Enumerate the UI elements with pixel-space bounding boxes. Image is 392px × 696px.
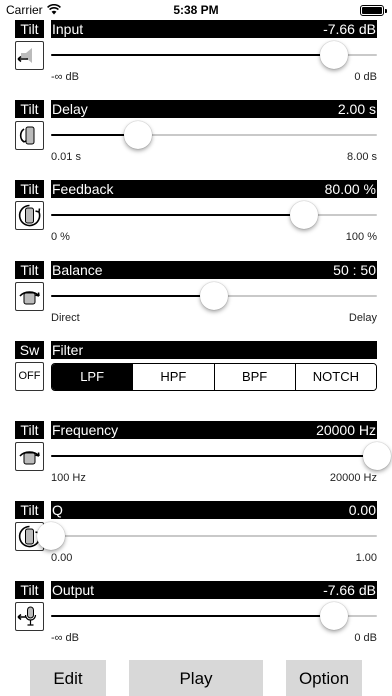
frequency-mode-tag[interactable]: Tilt [15,421,44,439]
balance-slider[interactable] [51,282,377,310]
clock: 5:38 PM [173,3,219,17]
balance-slider-thumb[interactable] [200,282,228,310]
frequency-max-label: 20000 Hz [329,472,377,484]
output-slider[interactable] [51,602,377,630]
frequency-slider-fill [51,455,377,457]
balance-name: Balance [52,262,103,278]
output-slider-fill [51,615,334,617]
delay-mode-tag[interactable]: Tilt [15,100,44,118]
feedback-value: 80.00 % [324,181,376,197]
balance-value: 50 : 50 [333,262,376,278]
filter-off-button[interactable]: OFF [15,362,44,391]
q-value: 0.00 [348,502,376,518]
feedback-slider-fill [51,214,304,216]
feedback-slider[interactable] [51,201,377,229]
feedback-header: Feedback 80.00 % [51,180,377,198]
output-max-label: 0 dB [354,632,377,644]
bottom-toolbar: Edit Play Option [0,660,392,696]
play-button[interactable]: Play [129,660,263,696]
filter-option-hpf[interactable]: HPF [132,364,214,390]
output-header: Output -7.66 dB [51,581,377,599]
balance-max-label: Delay [348,312,377,324]
input-slider-fill [51,54,334,56]
option-button[interactable]: Option [286,660,362,696]
delay-slider-thumb[interactable] [124,121,153,149]
output-min-label: -∞ dB [51,632,80,644]
input-slider[interactable] [51,41,377,69]
frequency-header: Frequency 20000 Hz [51,421,377,439]
frequency-slider-thumb[interactable] [363,442,391,470]
q-name: Q [52,502,63,518]
speaker-icon[interactable] [15,41,44,70]
input-name: Input [52,21,84,37]
balance-min-label: Direct [51,312,80,324]
frequency-slider[interactable] [51,442,391,470]
delay-value: 2.00 s [337,101,376,117]
input-max-label: 0 dB [354,71,377,83]
frequency-control: Tilt Frequency 20000 Hz 100 Hz 20000 Hz [0,421,392,484]
delay-control: Tilt Delay 2.00 s 0.01 s 8.00 s [0,100,392,163]
edit-button[interactable]: Edit [30,660,106,696]
output-control: Tilt Output -7.66 dB -∞ dB 0 dB [0,581,392,644]
feedback-name: Feedback [52,181,114,197]
output-slider-thumb[interactable] [319,602,348,630]
q-header: Q 0.00 [51,501,377,519]
filter-type-selector: LPF HPF BPF NOTCH [51,363,377,391]
q-control: Tilt Q 0.00 0.00 1.00 [0,501,392,564]
delay-tilt-icon[interactable] [15,121,44,150]
battery-icon [360,5,387,16]
feedback-slider-thumb[interactable] [289,201,318,229]
frequency-value: 20000 Hz [316,422,376,438]
q-mode-tag[interactable]: Tilt [15,501,44,519]
feedback-mode-tag[interactable]: Tilt [15,180,44,198]
q-slider-thumb[interactable] [37,522,65,550]
output-value: -7.66 dB [323,582,376,598]
frequency-tilt-icon[interactable] [15,442,44,471]
filter-option-notch[interactable]: NOTCH [294,364,376,390]
input-control: Tilt Input -7.66 dB -∞ dB 0 dB [0,20,392,83]
balance-slider-fill [51,295,214,297]
delay-name: Delay [52,101,88,117]
delay-min-label: 0.01 s [51,151,81,163]
delay-slider[interactable] [51,121,377,149]
filter-control: Sw OFF Filter LPF HPF BPF NOTCH [0,341,392,401]
input-header: Input -7.66 dB [51,20,377,38]
filter-mode-tag[interactable]: Sw [15,341,44,359]
input-slider-thumb[interactable] [319,41,348,69]
frequency-name: Frequency [52,422,119,438]
balance-mode-tag[interactable]: Tilt [15,261,44,279]
output-mode-tag[interactable]: Tilt [15,581,44,599]
input-value: -7.66 dB [323,21,376,37]
output-name: Output [52,582,95,598]
filter-name: Filter [52,342,84,358]
balance-header: Balance 50 : 50 [51,261,377,279]
feedback-loop-icon[interactable] [15,201,44,230]
q-min-label: 0.00 [51,552,73,564]
status-bar: Carrier 5:38 PM [0,0,392,20]
input-mode-tag[interactable]: Tilt [15,20,44,38]
input-min-label: -∞ dB [51,71,80,83]
feedback-max-label: 100 % [345,231,377,243]
feedback-min-label: 0 % [51,231,70,243]
filter-option-bpf[interactable]: BPF [213,364,295,390]
filter-option-lpf[interactable]: LPF [52,364,133,390]
filter-header: Filter [51,341,377,359]
q-max-label: 1.00 [355,552,377,564]
delay-header: Delay 2.00 s [51,100,377,118]
q-slider[interactable] [37,522,377,550]
feedback-control: Tilt Feedback 80.00 % 0 % 100 % [0,180,392,243]
microphone-icon[interactable] [15,602,44,631]
frequency-min-label: 100 Hz [51,472,86,484]
balance-control: Tilt Balance 50 : 50 Direct Delay [0,261,392,324]
balance-tilt-icon[interactable] [15,282,44,311]
delay-max-label: 8.00 s [347,151,377,163]
